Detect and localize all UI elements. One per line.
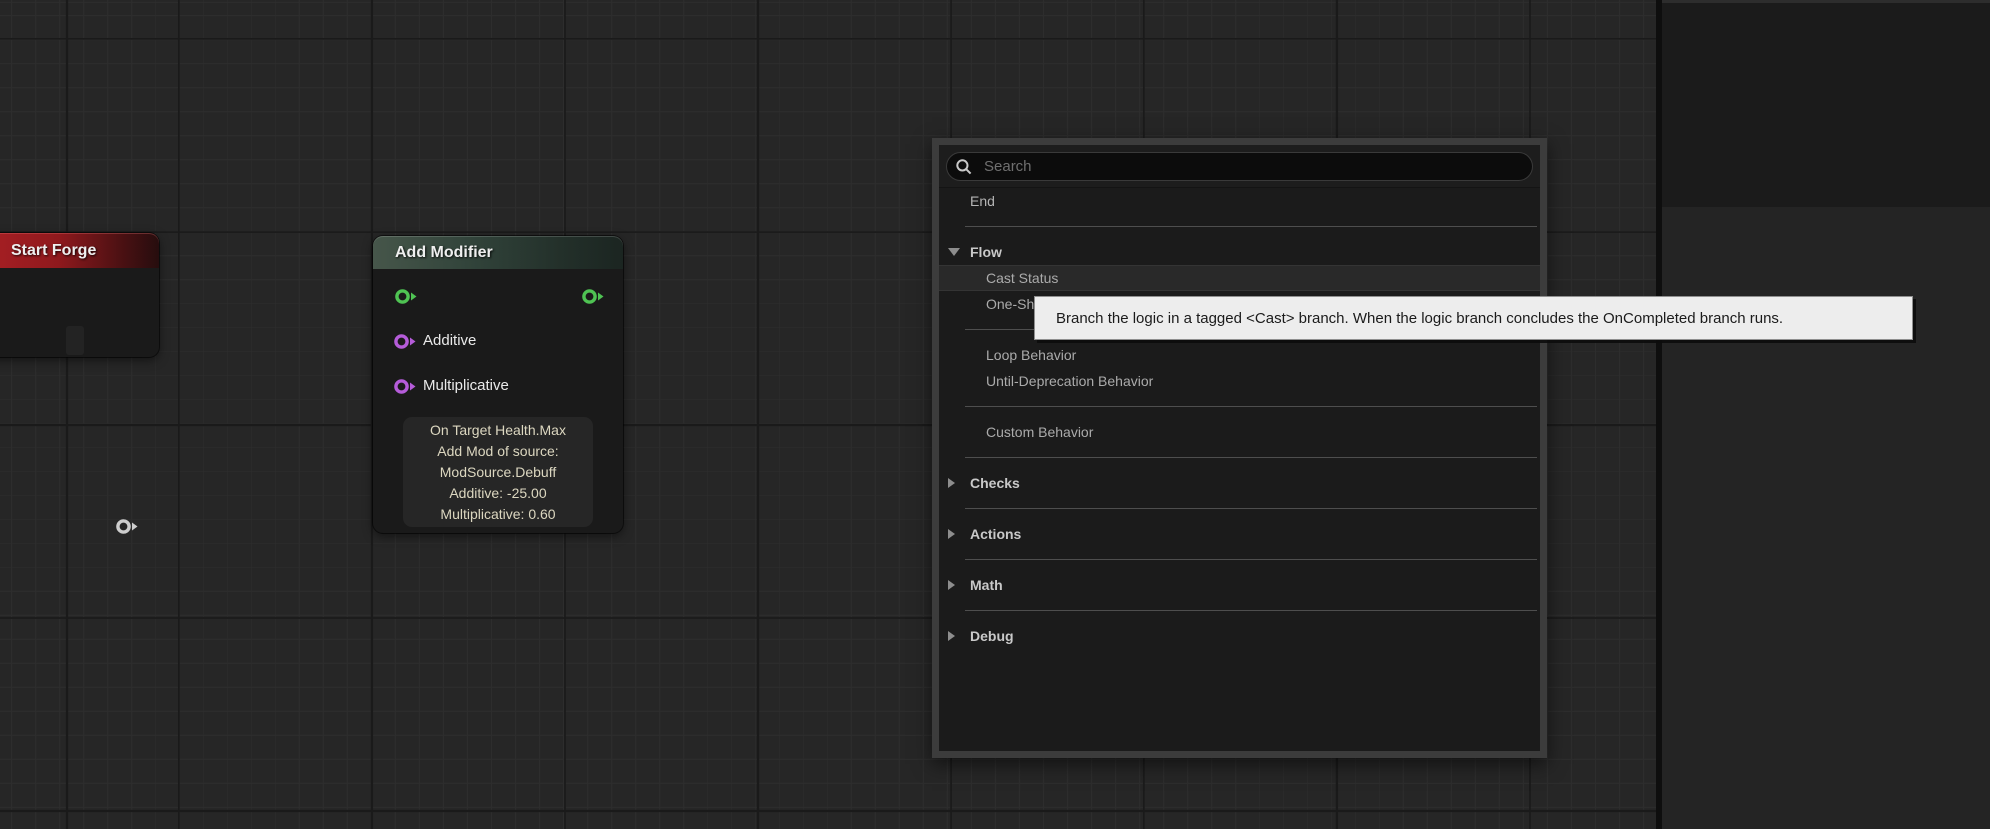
info-line: On Target Health.Max (430, 421, 566, 438)
menu-category-checks[interactable]: Checks (939, 470, 1540, 496)
node-sub-rect (66, 326, 84, 355)
info-line: Multiplicative: 0.60 (440, 505, 556, 522)
tooltip: Branch the logic in a tagged <Cast> bran… (1034, 296, 1913, 340)
pin-label-additive: Additive (423, 332, 477, 349)
pin-additive-icon[interactable] (393, 333, 417, 350)
search-icon (956, 158, 972, 174)
node-header[interactable]: Add Modifier (373, 236, 623, 269)
menu-divider (939, 496, 1540, 521)
start-output-pin-icon[interactable] (115, 518, 139, 535)
node-info-box: On Target Health.Max Add Mod of source: … (403, 417, 593, 527)
node-title: Add Modifier (395, 243, 493, 261)
menu-category-debug[interactable]: Debug (939, 623, 1540, 649)
pin-multiplicative-icon[interactable] (393, 378, 417, 395)
menu-category-label: Actions (970, 526, 1022, 542)
context-menu-body: EndFlowCast StatusOne-ShotLoop BehaviorU… (939, 145, 1540, 751)
menu-item-label: Loop Behavior (986, 347, 1077, 363)
info-line: ModSource.Debuff (439, 463, 557, 480)
node-start-forge[interactable]: Start Forge (0, 233, 159, 534)
node-header[interactable]: Start Forge (0, 233, 159, 268)
menu-category-label: Flow (970, 244, 1002, 260)
menu-category-flow[interactable]: Flow (939, 239, 1540, 265)
exec-out-pin-icon[interactable] (581, 288, 605, 305)
menu-list: End Flow Cast Status One-Shot Loop Behavior U… (939, 187, 1540, 751)
menu-divider (939, 445, 1540, 470)
chevron-down-icon (948, 248, 960, 256)
menu-category-label: Math (970, 577, 1003, 593)
menu-divider (939, 598, 1540, 623)
menu-item-label: Cast Status (986, 270, 1059, 286)
search-box[interactable] (946, 152, 1533, 181)
right-panel-dark-block (1662, 3, 1990, 207)
menu-item-label: Custom Behavior (986, 424, 1094, 440)
menu-item-until-deprecation-behavior[interactable]: Until-Deprecation Behavior (939, 368, 1540, 394)
chevron-right-icon (948, 529, 955, 539)
graph-canvas[interactable]: Start Forge Add Modifier Additive Multip… (0, 0, 1913, 829)
menu-divider (939, 394, 1540, 419)
menu-item-custom-behavior[interactable]: Custom Behavior (939, 419, 1540, 445)
info-line: Add Mod of source: (437, 442, 559, 459)
menu-item-cast-status[interactable]: Cast Status (939, 265, 1540, 291)
menu-category-label: Checks (970, 475, 1020, 491)
right-panel (1662, 0, 1990, 829)
menu-item-end[interactable]: End (939, 188, 1540, 214)
tooltip-text: Branch the logic in a tagged <Cast> bran… (1056, 309, 1784, 327)
editor-window: Start Forge Add Modifier Additive Multip… (0, 0, 1990, 829)
menu-item-label: End (970, 193, 995, 209)
node-add-modifier[interactable]: Add Modifier Additive Multiplicative On … (373, 236, 623, 533)
menu-divider (939, 214, 1540, 239)
menu-item-label: Until-Deprecation Behavior (986, 373, 1154, 389)
chevron-right-icon (948, 631, 955, 641)
chevron-right-icon (948, 478, 955, 488)
search-input[interactable] (982, 157, 1532, 176)
context-menu: EndFlowCast StatusOne-ShotLoop BehaviorU… (932, 138, 1547, 758)
menu-category-label: Debug (970, 628, 1014, 644)
pin-label-multiplicative: Multiplicative (423, 377, 509, 394)
node-title: Start Forge (11, 241, 97, 259)
menu-category-math[interactable]: Math (939, 572, 1540, 598)
chevron-right-icon (948, 580, 955, 590)
info-line: Additive: -25.00 (449, 484, 547, 501)
menu-item-loop-behavior[interactable]: Loop Behavior (939, 342, 1540, 368)
menu-category-actions[interactable]: Actions (939, 521, 1540, 547)
exec-in-pin-icon[interactable] (394, 288, 418, 305)
menu-divider (939, 547, 1540, 572)
